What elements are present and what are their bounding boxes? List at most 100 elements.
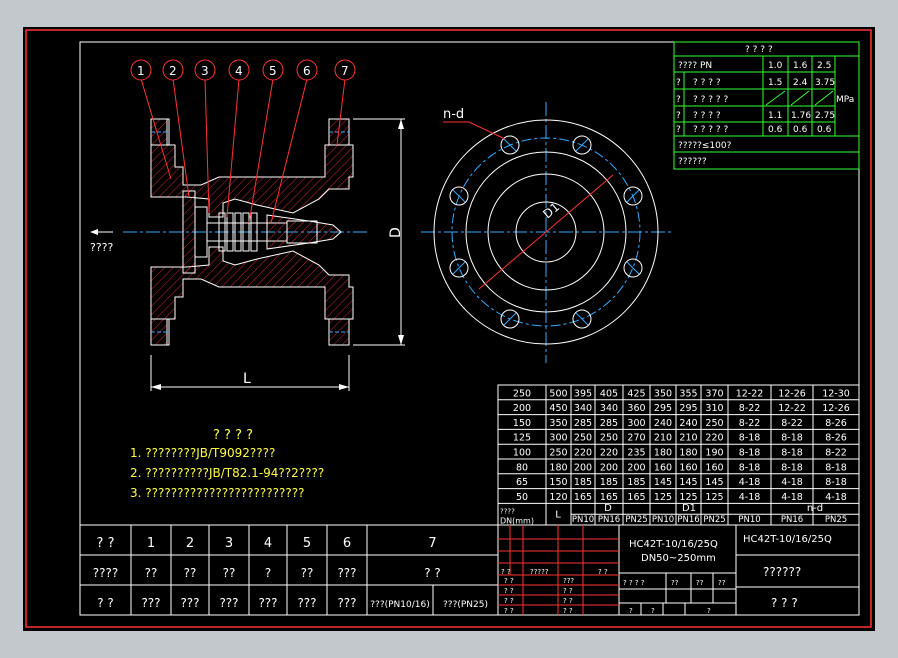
parts-table: ? ? 1 2 3 4 5 6 7????????????????? ?? ?????????… (79, 524, 499, 616)
dim-head-L: L (555, 509, 561, 520)
dim-cell-r4-c4: 235 (627, 448, 645, 459)
spec-pn-1: 1.0 (768, 61, 783, 71)
parts-material-2: ??? (180, 596, 199, 610)
technical-notes: ? ? ? ? 1. ????????JB/T9092???? 2. ?????… (130, 428, 324, 500)
tb-r1: ? ? (504, 577, 514, 585)
dim-cell-r3-c8: 8-18 (739, 433, 761, 444)
tb-m1: ??? (563, 577, 574, 585)
dim-cell-r1-c5: 295 (654, 403, 672, 414)
dim-head-pn-0: PN10 (572, 515, 594, 525)
spec-medium: ?????? (678, 157, 707, 167)
parts-material-0: ? ? (97, 596, 114, 610)
dim-cell-r4-c9: 8-18 (781, 448, 803, 459)
dim-head-pn-5: PN25 (703, 515, 725, 525)
dim-cell-r6-c1: 150 (549, 477, 567, 488)
dim-cell-r1-c3: 340 (600, 403, 618, 414)
dim-cell-r4-c2: 220 (574, 448, 592, 459)
parts-name-3: ?? (223, 566, 236, 580)
balloon-5: 5 (269, 64, 277, 78)
flow-label: ???? (90, 241, 114, 254)
parts-name-0: ???? (93, 566, 118, 580)
notes-title: ? ? ? ? (213, 428, 253, 443)
dim-cell-r5-c1: 180 (549, 462, 567, 473)
dim-head-pn-7: PN16 (781, 515, 803, 525)
dim-cell-r2-c1: 350 (549, 418, 567, 429)
parts-name-5: ?? (301, 566, 314, 580)
dim-cell-r2-c9: 8-22 (781, 418, 803, 429)
dim-cell-r7-c1: 120 (549, 492, 567, 503)
dim-cell-r0-c1: 500 (549, 388, 567, 399)
dim-cell-r2-c0: 150 (513, 418, 531, 429)
balloons: 1 2 3 4 5 6 7 (130, 59, 356, 81)
dim-cell-r7-c7: 125 (705, 492, 723, 503)
spec-row2-label: ? ? ? ? ? (693, 95, 729, 105)
guide-cone (266, 214, 342, 250)
spec-row2-q: ? (676, 95, 681, 105)
dim-cell-r4-c7: 190 (705, 448, 723, 459)
dim-cell-r5-c8: 8-18 (739, 462, 761, 473)
dim-cell-r5-c0: 80 (516, 462, 528, 473)
parts-no-4: 4 (264, 536, 272, 551)
dim-cell-r3-c3: 250 (600, 433, 618, 444)
parts-material-5: ??? (297, 596, 316, 610)
spec-row1-label: ? ? ? ? (693, 78, 721, 88)
parts-name-1: ?? (145, 566, 158, 580)
dim-cell-r2-c8: 8-22 (739, 418, 761, 429)
dim-cell-r2-c3: 285 (600, 418, 618, 429)
dim-cell-r0-c9: 12-26 (778, 388, 806, 399)
dim-cell-r7-c9: 4-18 (781, 492, 803, 503)
parts-material-1: ??? (141, 596, 160, 610)
parts-no-2: 2 (186, 536, 194, 551)
dim-cell-r3-c6: 210 (679, 433, 697, 444)
dim-cell-r3-c9: 8-18 (781, 433, 803, 444)
dim-cell-r2-c6: 240 (679, 418, 697, 429)
dim-cell-r2-c7: 250 (705, 418, 723, 429)
dim-cell-r1-c7: 310 (705, 403, 723, 414)
dim-cell-r1-c2: 340 (574, 403, 592, 414)
tb-t1: ? (629, 607, 633, 615)
dim-nd-label: n-d (443, 107, 464, 122)
dim-cell-r6-c4: 185 (627, 477, 645, 488)
parts-material-7: ???(PN10/16) (370, 600, 429, 610)
dim-cell-r5-c4: 200 (627, 462, 645, 473)
dim-head-pn-4: PN16 (677, 515, 699, 525)
tb-m2: ? ? (563, 587, 573, 595)
dim-cell-r6-c9: 4-18 (781, 477, 803, 488)
tb-s2: ?? (671, 579, 679, 587)
dim-cell-r7-c0: 50 (516, 492, 528, 503)
dim-head-dn-2: DN(mm) (500, 516, 534, 525)
spec-pn-3: 2.5 (817, 61, 831, 71)
dim-cell-r6-c6: 145 (679, 477, 697, 488)
dim-cell-r5-c10: 8-18 (825, 462, 847, 473)
dim-cell-r0-c10: 12-30 (822, 388, 850, 399)
parts-no-7: 7 (428, 536, 436, 551)
tb-r2: ? ? (504, 587, 514, 595)
dim-cell-r4-c6: 180 (679, 448, 697, 459)
tb-s3: ?? (696, 579, 704, 587)
dim-cell-r0-c2: 395 (574, 388, 592, 399)
dim-cell-r6-c7: 145 (705, 477, 723, 488)
tb-c3: ? ? (598, 568, 608, 576)
dim-cell-r4-c1: 250 (549, 448, 567, 459)
dim-cell-r3-c10: 8-26 (825, 433, 847, 444)
model-number-right: HC42T-10/16/25Q (743, 534, 832, 545)
dim-cell-r4-c8: 8-18 (739, 448, 761, 459)
dim-head-pn-1: PN16 (598, 515, 620, 525)
model-number: HC42T-10/16/25Q (629, 539, 718, 550)
dim-cell-r0-c7: 370 (705, 388, 723, 399)
dim-cell-r7-c10: 4-18 (825, 492, 847, 503)
balloon-2: 2 (169, 64, 177, 78)
dim-cell-r6-c0: 65 (516, 477, 528, 488)
dim-D-label: D (388, 227, 404, 238)
tb-c2: ????? (530, 568, 549, 576)
dim-cell-r6-c5: 145 (654, 477, 672, 488)
spec-row4-q: ? (676, 125, 681, 135)
balloon-7: 7 (341, 64, 349, 78)
dim-head-pn-2: PN25 (625, 515, 647, 525)
tb-t3: ? (707, 607, 711, 615)
dim-head-D1: D1 (682, 503, 696, 514)
body-lower-half (150, 246, 354, 346)
dim-cell-r1-c0: 200 (513, 403, 531, 414)
dim-cell-r2-c2: 285 (574, 418, 592, 429)
tb-s1: ? ? ? ? (623, 579, 645, 587)
